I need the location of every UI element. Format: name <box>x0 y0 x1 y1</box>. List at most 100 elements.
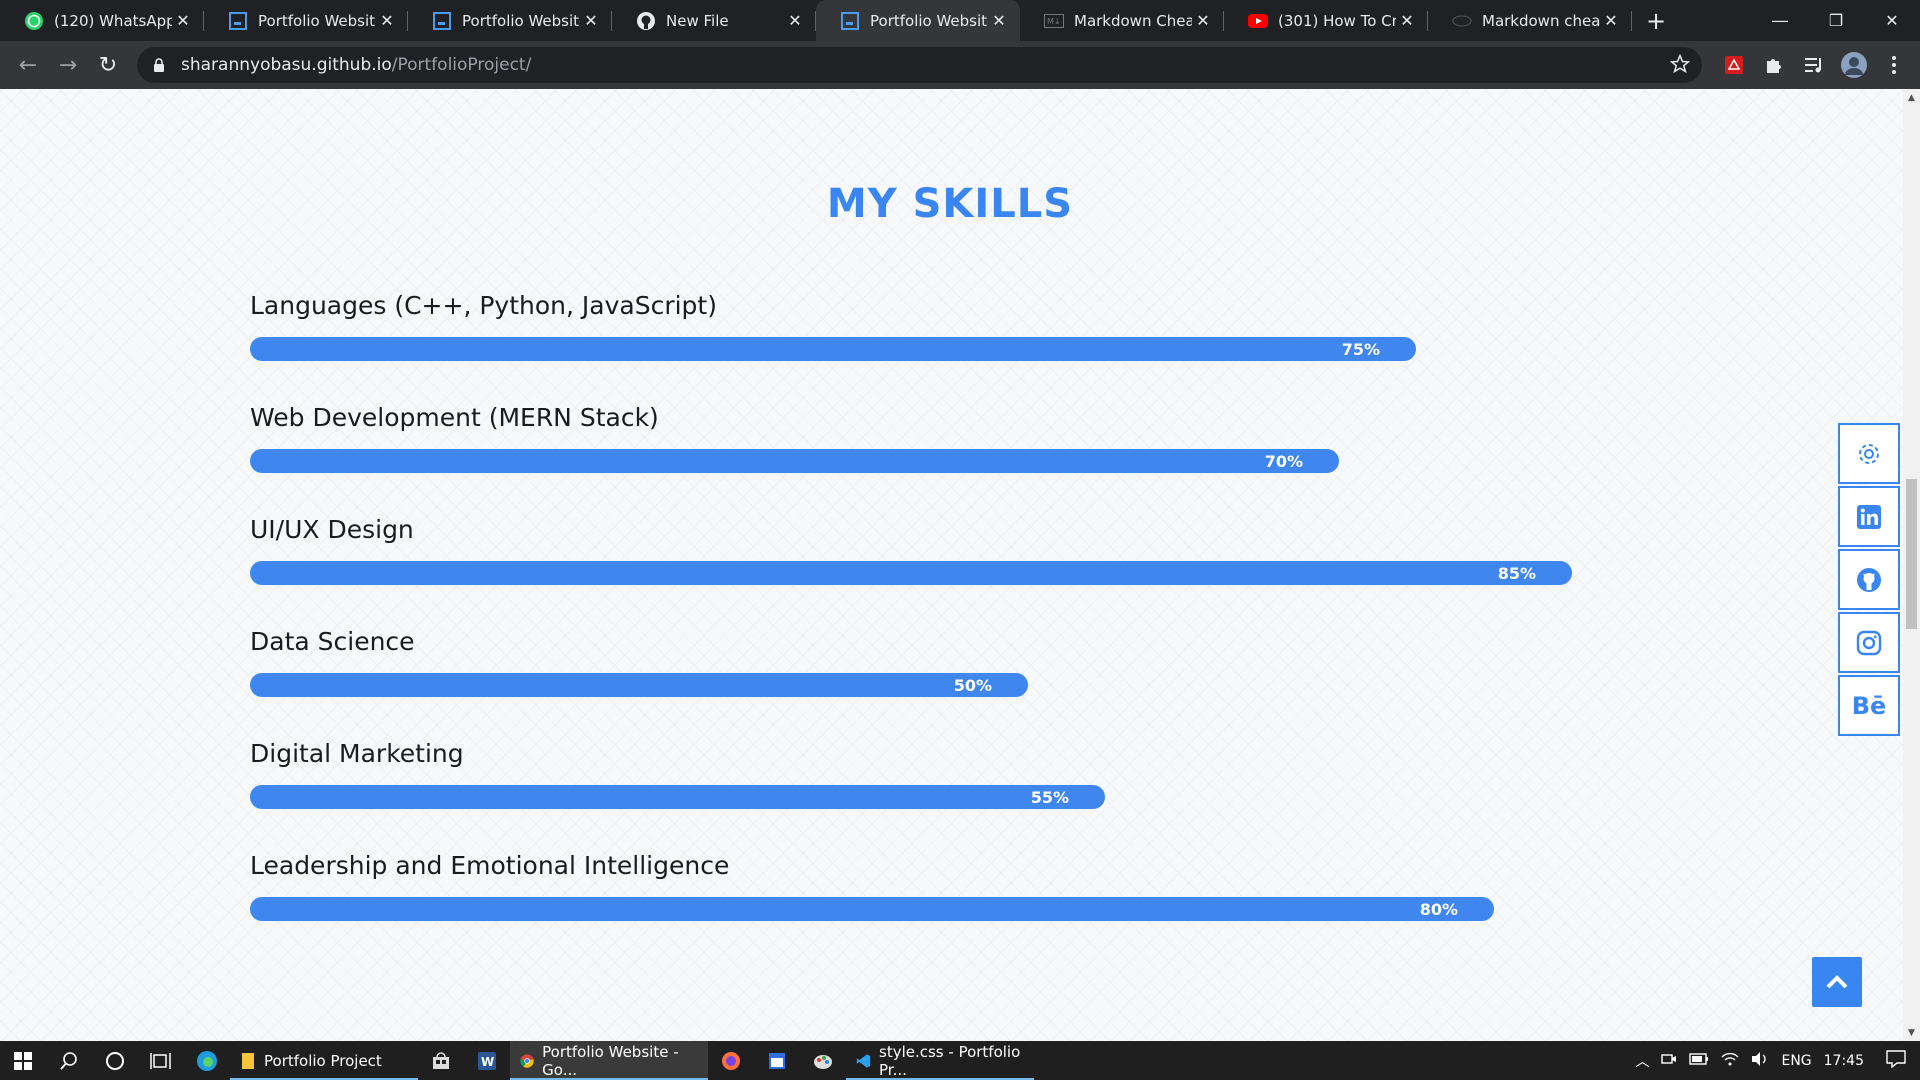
menu-kebab-icon[interactable] <box>1878 49 1910 81</box>
store-icon[interactable] <box>418 1041 464 1080</box>
whatsapp-icon <box>24 11 44 31</box>
skill-progress-bar: 70% <box>250 449 1339 473</box>
close-tab-icon[interactable]: ✕ <box>580 11 602 30</box>
minimize-icon[interactable]: ― <box>1752 0 1808 41</box>
skill-item: UI/UX Design 85% <box>250 515 1572 585</box>
taskbar-app-chrome[interactable]: Portfolio Website - Go... <box>510 1041 708 1080</box>
page-scrollbar[interactable]: ▲ ▼ <box>1903 89 1920 1041</box>
settings-icon[interactable] <box>1838 423 1900 484</box>
search-icon[interactable] <box>46 1041 92 1080</box>
skill-name: Leadership and Emotional Intelligence <box>250 851 730 880</box>
url-host: sharannyobasu.github.io <box>181 55 392 75</box>
calendar-app-icon[interactable] <box>754 1041 800 1080</box>
taskbar-app-label: Portfolio Project <box>264 1051 382 1070</box>
tab-title: Markdown Cheat S <box>1074 11 1192 30</box>
site-icon <box>228 11 248 31</box>
firefox-icon[interactable] <box>708 1041 754 1080</box>
language-indicator[interactable]: ENG <box>1781 1053 1811 1069</box>
tab-title: (301) How To Crea <box>1278 11 1396 30</box>
new-tab-button[interactable]: + <box>1636 0 1676 41</box>
windows-start-icon[interactable] <box>0 1041 46 1080</box>
cortana-icon[interactable] <box>92 1041 138 1080</box>
edge-icon[interactable] <box>184 1041 230 1080</box>
close-tab-icon[interactable]: ✕ <box>1600 11 1622 30</box>
skill-progress-bar: 85% <box>250 561 1572 585</box>
scroll-down-arrow-icon[interactable]: ▼ <box>1903 1024 1920 1041</box>
chevron-up-icon <box>1826 975 1848 989</box>
media-queue-icon[interactable] <box>1798 49 1830 81</box>
url-path: /PortfolioProject/ <box>391 55 532 75</box>
wifi-icon[interactable] <box>1721 1052 1739 1070</box>
taskbar-app-vscode[interactable]: style.css - Portfolio Pr... <box>846 1041 1034 1080</box>
volume-icon[interactable] <box>1751 1051 1769 1071</box>
close-tab-icon[interactable]: ✕ <box>172 11 194 30</box>
tab-markdown-2[interactable]: Markdown cheat s ✕ <box>1428 0 1632 41</box>
folder-icon <box>242 1052 254 1069</box>
page-content: MY SKILLS Languages (C++, Python, JavaSc… <box>0 89 1903 1041</box>
skill-progress-bar: 50% <box>250 673 1028 697</box>
paint-icon[interactable] <box>800 1041 846 1080</box>
close-tab-icon[interactable]: ✕ <box>988 11 1010 30</box>
taskbar-app-label: Portfolio Website - Go... <box>542 1042 679 1079</box>
scrollbar-thumb[interactable] <box>1906 479 1917 629</box>
close-tab-icon[interactable]: ✕ <box>1192 11 1214 30</box>
skill-name: Languages (C++, Python, JavaScript) <box>250 291 717 320</box>
meet-now-icon[interactable] <box>1661 1051 1677 1071</box>
show-hidden-icons-icon[interactable]: ︿ <box>1635 1051 1649 1071</box>
tab-portfolio-2[interactable]: Portfolio Website ✕ <box>408 0 612 41</box>
skill-percent: 75% <box>1341 340 1380 359</box>
linkedin-icon[interactable] <box>1838 486 1900 547</box>
markdown-icon: M↓ <box>1044 11 1064 31</box>
taskbar-app-label: style.css - Portfolio Pr... <box>879 1042 1021 1079</box>
close-tab-icon[interactable]: ✕ <box>784 11 806 30</box>
address-bar[interactable]: sharannyobasu.github.io/PortfolioProject… <box>137 47 1702 83</box>
skill-percent: 80% <box>1419 900 1458 919</box>
clock[interactable]: 17:45 <box>1824 1053 1864 1069</box>
close-tab-icon[interactable]: ✕ <box>376 11 398 30</box>
skill-item: Digital Marketing 55% <box>250 739 1105 809</box>
tab-title: Markdown cheat s <box>1482 11 1600 30</box>
pdf-extension-icon[interactable] <box>1718 49 1750 81</box>
site-icon <box>840 11 860 31</box>
windows-taskbar: Portfolio Project W Portfolio Website - … <box>0 1041 1920 1080</box>
tab-youtube[interactable]: (301) How To Crea ✕ <box>1224 0 1428 41</box>
profile-avatar-icon[interactable] <box>1838 49 1870 81</box>
tab-title: Portfolio Website <box>462 11 580 30</box>
skill-percent: 55% <box>1030 788 1069 807</box>
task-view-icon[interactable] <box>138 1041 184 1080</box>
close-tab-icon[interactable]: ✕ <box>1396 11 1418 30</box>
back-icon[interactable]: ← <box>8 45 48 85</box>
tab-portfolio-active[interactable]: Portfolio Website ✕ <box>816 0 1020 41</box>
taskbar-app-explorer[interactable]: Portfolio Project <box>230 1041 418 1080</box>
tab-portfolio-1[interactable]: Portfolio Website ✕ <box>204 0 408 41</box>
skill-name: UI/UX Design <box>250 515 414 544</box>
close-window-icon[interactable]: ✕ <box>1864 0 1920 41</box>
restore-icon[interactable]: ❐ <box>1808 0 1864 41</box>
scroll-up-arrow-icon[interactable]: ▲ <box>1903 89 1920 106</box>
extensions-puzzle-icon[interactable] <box>1758 49 1790 81</box>
skill-name: Digital Marketing <box>250 739 464 768</box>
github-icon[interactable] <box>1838 549 1900 610</box>
notifications-icon[interactable] <box>1886 1049 1906 1072</box>
bookmark-star-icon[interactable] <box>1669 53 1691 79</box>
skill-item: Languages (C++, Python, JavaScript) 75% <box>250 291 1416 361</box>
tab-markdown-1[interactable]: M↓ Markdown Cheat S ✕ <box>1020 0 1224 41</box>
markdown-icon <box>1452 11 1472 31</box>
skill-name: Web Development (MERN Stack) <box>250 403 659 432</box>
tab-whatsapp[interactable]: (120) WhatsApp ✕ <box>0 0 204 41</box>
skill-progress-bar: 75% <box>250 337 1416 361</box>
behance-icon[interactable]: Bē <box>1838 675 1900 736</box>
github-icon <box>636 11 656 31</box>
word-icon[interactable]: W <box>464 1041 510 1080</box>
svg-text:M↓: M↓ <box>1047 17 1061 26</box>
battery-icon[interactable] <box>1689 1052 1709 1069</box>
forward-icon[interactable]: → <box>48 45 88 85</box>
section-heading: MY SKILLS <box>826 181 1074 227</box>
reload-icon[interactable]: ↻ <box>88 45 128 85</box>
tab-new-file[interactable]: New File ✕ <box>612 0 816 41</box>
scroll-to-top-button[interactable] <box>1812 957 1862 1007</box>
skill-item: Data Science 50% <box>250 627 1028 697</box>
instagram-icon[interactable] <box>1838 612 1900 673</box>
system-tray: ︿ ENG 17:45 <box>1635 1041 1920 1080</box>
skill-percent: 70% <box>1264 452 1303 471</box>
